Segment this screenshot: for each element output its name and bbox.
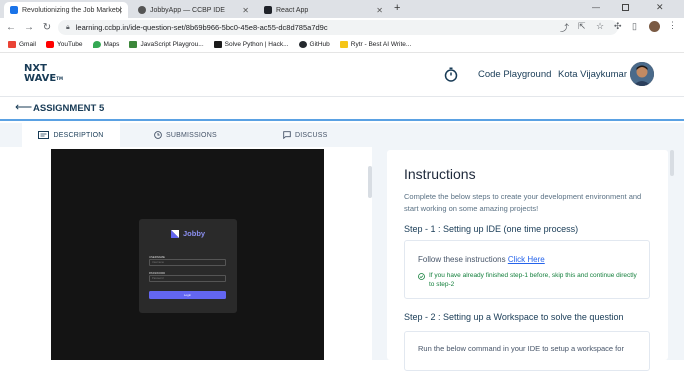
clock-icon (154, 131, 162, 139)
address-bar[interactable]: 🔒︎ learning.ccbp.in/ide-question-set/8b6… (58, 20, 618, 35)
step-2-text: Run the below command in your IDE to set… (418, 344, 624, 353)
bookmark-maps[interactable]: Maps (92, 41, 120, 48)
new-tab-button[interactable]: + (394, 2, 400, 14)
content-tabs: DESCRIPTION SUBMISSIONS DISCUSS (0, 123, 372, 147)
window-close-icon[interactable]: ✕ (656, 2, 664, 13)
logo-line-2: WAVE (24, 73, 57, 84)
rytr-icon (339, 41, 348, 48)
lock-icon: 🔒︎ (66, 23, 70, 31)
avatar-photo-icon (630, 62, 654, 86)
username-input[interactable]: Username (149, 259, 226, 266)
profile-avatar-icon[interactable] (649, 21, 660, 32)
instructions-intro: Complete the below steps to create your … (404, 192, 642, 213)
jobby-brand-text: Jobby (183, 229, 206, 238)
app-preview-video[interactable]: Jobby USERNAME Username PASSWORD Passwor… (51, 149, 324, 360)
browser-tab-title: Revolutionizing the Job Market | (22, 6, 122, 14)
step-1-text: Follow these instructions Click Here (418, 255, 545, 264)
tab-favicon-icon (138, 6, 146, 14)
gmail-icon (8, 41, 16, 48)
bookmark-label: Gmail (19, 41, 36, 48)
bookmark-youtube[interactable]: YouTube (45, 41, 83, 48)
bookmark-label: YouTube (56, 41, 83, 48)
tab-favicon-icon (10, 6, 18, 14)
youtube-icon (45, 41, 54, 48)
tab-label: DESCRIPTION (53, 131, 104, 139)
instructions-card: Instructions Complete the below steps to… (387, 150, 668, 371)
hackerrank-icon (213, 41, 222, 48)
url-text: learning.ccbp.in/ide-question-set/8b69b9… (75, 23, 328, 32)
javascript-playground-icon (129, 41, 138, 48)
nxtwave-logo[interactable]: NXT WAVETM (24, 64, 63, 84)
github-icon (298, 41, 307, 48)
minimize-icon[interactable]: — (592, 3, 600, 12)
logo-trademark: TM (56, 76, 63, 81)
cast-icon[interactable]: ⇱ (578, 21, 586, 32)
browser-tab-3[interactable]: React App ✕ (258, 2, 388, 18)
bookmark-rytr[interactable]: Rytr - Best AI Write... (339, 41, 412, 48)
browser-tab-1[interactable]: Revolutionizing the Job Market | ✕ (4, 2, 128, 18)
step-1-card: Follow these instructions Click Here If … (404, 240, 650, 299)
login-button[interactable]: Login (149, 291, 226, 299)
assignment-bar: ⟵ ASSIGNMENT 5 (0, 97, 684, 121)
tab-favicon-icon (264, 6, 272, 14)
document-icon (38, 131, 50, 139)
back-icon[interactable]: ← (2, 22, 20, 33)
step-2-card: Run the below command in your IDE to set… (404, 331, 650, 371)
close-tab-icon[interactable]: ✕ (242, 6, 249, 15)
maps-icon (92, 41, 101, 48)
assignment-title: ASSIGNMENT 5 (33, 103, 105, 114)
jobby-logo: Jobby (171, 229, 205, 238)
browser-navbar: ← → ↻ 🔒︎ learning.ccbp.in/ide-question-s… (0, 18, 684, 37)
bookmark-javascript-playground[interactable]: JavaScript Playgrou... (129, 41, 204, 48)
click-here-link[interactable]: Click Here (508, 255, 545, 264)
share-icon[interactable]: ⤴ (560, 21, 569, 34)
browser-tab-strip: Revolutionizing the Job Market | ✕ Jobby… (0, 0, 684, 18)
back-arrow-icon[interactable]: ⟵ (15, 100, 32, 114)
step-1-note: If you have already finished step-1 befo… (429, 272, 637, 288)
bookmark-label: JavaScript Playgrou... (140, 41, 204, 48)
tab-description[interactable]: DESCRIPTION (22, 123, 120, 147)
bookmark-star-icon[interactable]: ☆ (596, 21, 604, 32)
extensions-icon[interactable]: ✣ (614, 21, 622, 32)
sidepanel-icon[interactable]: ▯ (632, 21, 637, 32)
jobby-logo-icon (171, 229, 179, 238)
bookmark-label: GitHub (309, 41, 330, 48)
instructions-heading: Instructions (404, 166, 476, 182)
step-2-title: Step - 2 : Setting up a Workspace to sol… (404, 312, 624, 322)
password-input[interactable]: Password (149, 275, 226, 282)
login-card: Jobby USERNAME Username PASSWORD Passwor… (139, 219, 237, 313)
code-playground-link[interactable]: Code Playground (478, 69, 551, 80)
user-avatar[interactable] (630, 62, 654, 86)
step-1-title: Step - 1 : Setting up IDE (one time proc… (404, 224, 579, 234)
bookmark-github[interactable]: GitHub (298, 41, 330, 48)
tab-discuss[interactable]: DISCUSS (283, 123, 328, 147)
check-circle-icon (418, 273, 425, 280)
app-header: NXT WAVETM Code Playground Kota Vijaykum… (0, 53, 684, 97)
step-1-instructions-text: Follow these instructions (418, 255, 508, 264)
bookmarks-bar: Gmail YouTube Maps JavaScript Playgrou..… (0, 37, 684, 53)
maximize-icon[interactable] (622, 4, 629, 11)
bookmark-gmail[interactable]: Gmail (8, 41, 36, 48)
close-tab-icon[interactable]: ✕ (116, 6, 123, 15)
bookmark-label: Solve Python | Hack... (224, 41, 289, 48)
bookmark-hackerrank[interactable]: Solve Python | Hack... (213, 41, 289, 48)
close-tab-icon[interactable]: ✕ (376, 6, 383, 15)
forward-icon[interactable]: → (20, 22, 38, 33)
reload-icon[interactable]: ↻ (38, 22, 56, 33)
stopwatch-icon[interactable] (444, 67, 458, 82)
chat-icon (283, 131, 291, 139)
browser-tab-title: React App (276, 6, 309, 14)
instructions-scrollbar[interactable] (670, 150, 674, 176)
user-name[interactable]: Kota Vijaykumar (558, 69, 627, 80)
browser-tab-title: JobbyApp — CCBP IDE (150, 6, 225, 14)
tab-submissions[interactable]: SUBMISSIONS (154, 123, 217, 147)
tab-label: DISCUSS (295, 131, 328, 139)
bookmark-label: Rytr - Best AI Write... (350, 41, 412, 48)
bookmark-label: Maps (103, 41, 120, 48)
menu-kebab-icon[interactable]: ⋮ (668, 20, 677, 31)
browser-tab-2[interactable]: JobbyApp — CCBP IDE ✕ (132, 2, 254, 18)
tab-label: SUBMISSIONS (166, 131, 217, 139)
